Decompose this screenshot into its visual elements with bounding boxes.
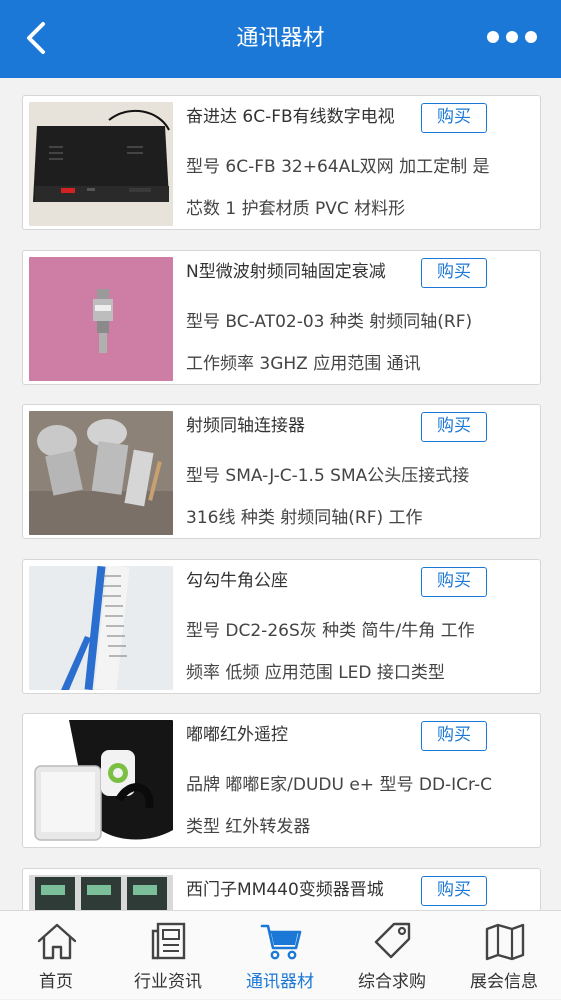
product-title[interactable]: 奋进达 6C-FB有线数字电视 bbox=[186, 104, 416, 130]
product-desc-line: 工作频率 3GHZ 应用范围 通讯 bbox=[186, 354, 421, 374]
product-desc-line: 品牌 嘟嘟E家/DUDU e+ 型号 DD-ICr-C bbox=[186, 775, 492, 795]
product-image bbox=[29, 102, 173, 226]
product-desc: 品牌 嘟嘟E家/DUDU e+ 型号 DD-ICr-C 类型 红外转发器 bbox=[186, 764, 526, 848]
product-card[interactable]: 奋进达 6C-FB有线数字电视 购买 型号 6C-FB 32+64AL双网 加工… bbox=[22, 95, 541, 230]
tab-news[interactable]: 行业资讯 bbox=[112, 911, 224, 1000]
product-card[interactable]: 西门子MM440变频器晋城 购买 bbox=[22, 868, 541, 910]
tab-label: 展会信息 bbox=[470, 972, 538, 992]
tab-purchase[interactable]: 综合求购 bbox=[336, 911, 448, 1000]
more-dots-icon bbox=[487, 31, 537, 43]
product-desc: 型号 BC-AT02-03 种类 射频同轴(RF) 工作频率 3GHZ 应用范围… bbox=[186, 301, 526, 385]
product-title[interactable]: 勾勾牛角公座 bbox=[186, 568, 416, 594]
tab-label: 行业资讯 bbox=[134, 972, 202, 992]
page-title: 通讯器材 bbox=[236, 26, 325, 51]
tab-label: 首页 bbox=[39, 972, 73, 992]
buy-button[interactable]: 购买 bbox=[421, 103, 487, 133]
more-button[interactable] bbox=[485, 27, 539, 47]
product-desc-line: 频率 低频 应用范围 LED 接口类型 bbox=[186, 663, 445, 683]
product-card[interactable]: 嘟嘟红外遥控 购买 品牌 嘟嘟E家/DUDU e+ 型号 DD-ICr-C 类型… bbox=[22, 713, 541, 848]
product-desc: 型号 DC2-26S灰 种类 简牛/牛角 工作 频率 低频 应用范围 LED 接… bbox=[186, 610, 526, 694]
product-image bbox=[29, 875, 173, 910]
product-desc-line: 型号 SMA-J-C-1.5 SMA公头压接式接 bbox=[186, 466, 470, 486]
tag-icon bbox=[374, 922, 411, 959]
product-desc: 型号 6C-FB 32+64AL双网 加工定制 是 芯数 1 护套材质 PVC … bbox=[186, 146, 526, 230]
product-list[interactable]: 奋进达 6C-FB有线数字电视 购买 型号 6C-FB 32+64AL双网 加工… bbox=[0, 78, 561, 910]
buy-button[interactable]: 购买 bbox=[421, 876, 487, 906]
product-desc-line: 型号 DC2-26S灰 种类 简牛/牛角 工作 bbox=[186, 621, 475, 641]
product-title[interactable]: N型微波射频同轴固定衰减 bbox=[186, 259, 416, 285]
product-title[interactable]: 西门子MM440变频器晋城 bbox=[186, 877, 416, 903]
product-desc-line: 类型 红外转发器 bbox=[186, 817, 311, 837]
tab-label: 通讯器材 bbox=[246, 972, 314, 992]
tab-equipment[interactable]: 通讯器材 bbox=[224, 911, 336, 1000]
app-header: 通讯器材 bbox=[0, 0, 561, 78]
news-icon bbox=[151, 922, 186, 960]
product-desc-line: 芯数 1 护套材质 PVC 材料形 bbox=[186, 199, 406, 219]
product-title[interactable]: 射频同轴连接器 bbox=[186, 413, 416, 439]
product-desc-line: 型号 BC-AT02-03 种类 射频同轴(RF) bbox=[186, 312, 473, 332]
product-image bbox=[29, 720, 173, 844]
buy-button[interactable]: 购买 bbox=[421, 258, 487, 288]
product-card[interactable]: 勾勾牛角公座 购买 型号 DC2-26S灰 种类 简牛/牛角 工作 频率 低频 … bbox=[22, 559, 541, 694]
product-card[interactable]: 射频同轴连接器 购买 型号 SMA-J-C-1.5 SMA公头压接式接 316线… bbox=[22, 404, 541, 539]
product-image bbox=[29, 411, 173, 535]
tab-label: 综合求购 bbox=[358, 972, 426, 992]
product-image bbox=[29, 257, 173, 381]
product-desc: 型号 SMA-J-C-1.5 SMA公头压接式接 316线 种类 射频同轴(RF… bbox=[186, 455, 526, 539]
tab-home[interactable]: 首页 bbox=[0, 911, 112, 1000]
tab-exhibition[interactable]: 展会信息 bbox=[448, 911, 560, 1000]
product-desc-line: 型号 6C-FB 32+64AL双网 加工定制 是 bbox=[186, 157, 490, 177]
product-image bbox=[29, 566, 173, 690]
product-title[interactable]: 嘟嘟红外遥控 bbox=[186, 722, 416, 748]
bottom-tab-bar: 首页 行业资讯 通讯器材 综合求购 展会信息 bbox=[0, 910, 561, 999]
buy-button[interactable]: 购买 bbox=[421, 567, 487, 597]
cart-icon bbox=[260, 924, 302, 960]
home-icon bbox=[37, 923, 77, 960]
product-desc-line: 316线 种类 射频同轴(RF) 工作 bbox=[186, 508, 423, 528]
product-card[interactable]: N型微波射频同轴固定衰减 购买 型号 BC-AT02-03 种类 射频同轴(RF… bbox=[22, 250, 541, 385]
buy-button[interactable]: 购买 bbox=[421, 721, 487, 751]
map-icon bbox=[485, 923, 525, 961]
buy-button[interactable]: 购买 bbox=[421, 412, 487, 442]
